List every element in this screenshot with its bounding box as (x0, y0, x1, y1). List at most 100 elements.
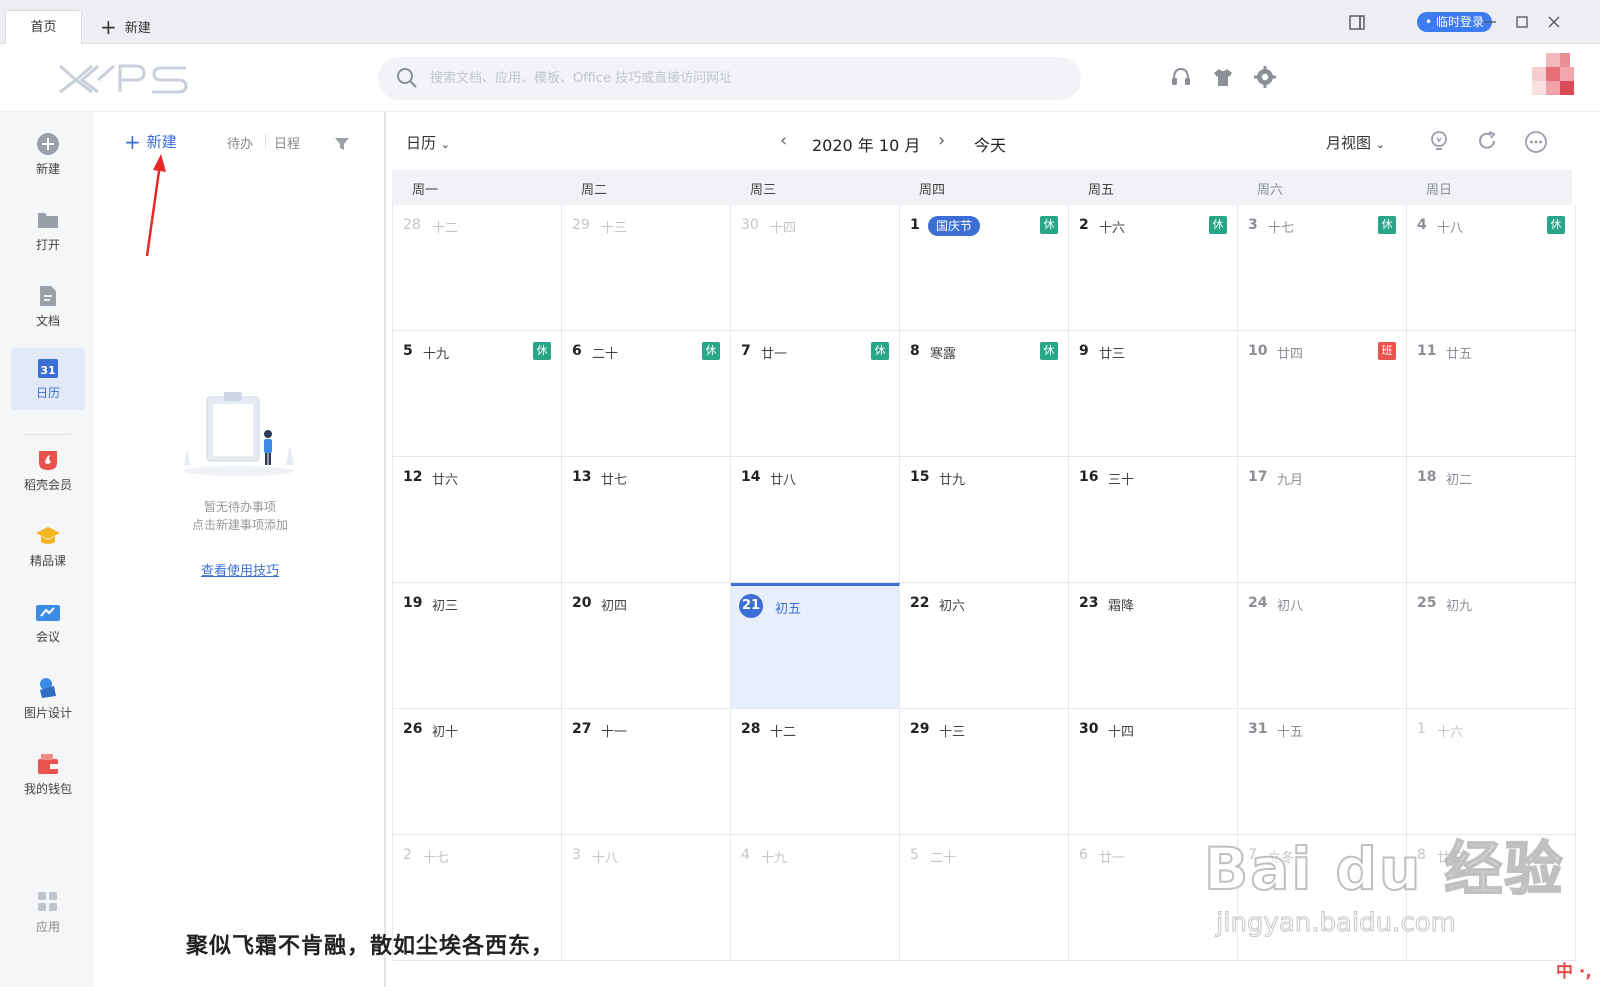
sidebar-item-course[interactable]: 精品课 (11, 516, 85, 578)
day-number: 13 (572, 469, 592, 485)
plus-circle-icon (37, 133, 59, 155)
day-cell[interactable]: 3 十八 (562, 835, 731, 961)
sidebar-item-docs[interactable]: 文档 (11, 276, 85, 338)
today-button[interactable]: 今天 (974, 132, 1006, 156)
tab-separator (265, 134, 266, 148)
search-icon (397, 68, 417, 88)
tab-todo[interactable]: 待办 (227, 133, 253, 152)
calendar-type-dropdown[interactable]: 日历 ⌄ (406, 132, 450, 153)
day-cell[interactable]: 29 十三 (900, 709, 1069, 835)
sidebar-item-label: 图片设计 (23, 706, 72, 720)
day-cell[interactable]: 16 三十 (1069, 457, 1238, 583)
more-options-icon[interactable] (1524, 130, 1548, 154)
day-cell[interactable]: 9 廿三 (1069, 331, 1238, 457)
next-month-button[interactable]: › (938, 130, 945, 151)
day-cell[interactable]: 1 十六 (1407, 709, 1576, 835)
day-cell[interactable]: 27 十一 (562, 709, 731, 835)
maximize-icon[interactable] (1514, 14, 1530, 30)
prev-month-button[interactable]: ‹ (780, 130, 787, 151)
day-cell[interactable]: 1 国庆节 休 (900, 205, 1069, 331)
search-input[interactable] (430, 57, 1050, 100)
day-cell[interactable]: 10 廿四 班 (1238, 331, 1407, 457)
new-event-button[interactable]: + 新建 (124, 130, 177, 154)
sidebar-item-apps[interactable]: 应用 (11, 882, 85, 944)
day-number: 5 (910, 847, 919, 863)
sidebar-item-new[interactable]: 新建 (11, 124, 85, 186)
day-number: 11 (1417, 343, 1437, 359)
day-cell[interactable]: 25 初九 (1407, 583, 1576, 709)
tab-home[interactable]: 首页 (5, 10, 82, 44)
day-number: 2 (1079, 217, 1089, 233)
day-cell[interactable]: 15 廿九 (900, 457, 1069, 583)
lunar-date: 初五 (775, 602, 802, 617)
temp-login-button[interactable]: • 临时登录 (1417, 12, 1492, 32)
day-cell[interactable]: 11 廿五 (1407, 331, 1576, 457)
day-number: 31 (1248, 721, 1268, 737)
reading-mode-icon[interactable] (1348, 13, 1366, 31)
day-cell[interactable]: 28 十二 (393, 205, 562, 331)
day-number: 23 (1079, 595, 1099, 611)
lunar-date: 廿五 (1446, 347, 1473, 362)
day-cell[interactable]: 7 廿一 休 (731, 331, 900, 457)
lightbulb-icon[interactable] (1428, 130, 1450, 152)
day-cell[interactable]: 5 十九 休 (393, 331, 562, 457)
rest-day-badge: 休 (1040, 216, 1058, 234)
day-number: 29 (572, 217, 590, 233)
settings-gear-icon[interactable] (1254, 66, 1276, 88)
sidebar-item-open[interactable]: 打开 (11, 200, 85, 262)
day-cell[interactable]: 4 十九 (731, 835, 900, 961)
day-cell[interactable]: 2 十六 休 (1069, 205, 1238, 331)
day-cell-today[interactable]: 21 初五 (731, 583, 900, 709)
sidebar-item-docer[interactable]: 稻壳会员 (11, 440, 85, 502)
day-number: 29 (910, 721, 930, 737)
holiday-tag[interactable]: 国庆节 (928, 216, 981, 236)
lunar-date: 十三 (939, 725, 966, 740)
lunar-date: 廿四 (1277, 347, 1304, 362)
sidebar-item-meeting[interactable]: 会议 (11, 592, 85, 654)
day-cell[interactable]: 8 寒露 休 (900, 331, 1069, 457)
day-cell[interactable]: 26 初十 (393, 709, 562, 835)
day-cell[interactable]: 13 廿七 (562, 457, 731, 583)
day-number: 21 (739, 594, 763, 618)
sidebar-item-calendar[interactable]: 31 日历 (11, 348, 85, 410)
lunar-date: 九月 (1277, 473, 1304, 488)
calendar-type-label: 日历 (406, 134, 437, 152)
day-cell[interactable]: 29 十三 (562, 205, 731, 331)
search-bar[interactable] (378, 57, 1081, 100)
tab-schedule[interactable]: 日程 (274, 133, 300, 152)
day-cell[interactable]: 20 初四 (562, 583, 731, 709)
day-cell[interactable]: 12 廿六 (393, 457, 562, 583)
sidebar-item-label: 文档 (35, 314, 60, 328)
view-mode-dropdown[interactable]: 月视图 ⌄ (1326, 132, 1385, 153)
day-cell[interactable]: 28 十二 (731, 709, 900, 835)
usage-tips-link[interactable]: 查看使用技巧 (94, 560, 386, 579)
avatar[interactable] (1532, 53, 1574, 95)
new-tab-button[interactable]: + 新建 (100, 10, 151, 44)
day-cell[interactable]: 14 廿八 (731, 457, 900, 583)
day-cell[interactable]: 30 十四 (731, 205, 900, 331)
skin-tshirt-icon[interactable] (1212, 66, 1234, 88)
lunar-date: 三十 (1108, 473, 1135, 488)
day-cell[interactable]: 23 霜降 (1069, 583, 1238, 709)
day-cell[interactable]: 22 初六 (900, 583, 1069, 709)
day-cell[interactable]: 18 初二 (1407, 457, 1576, 583)
refresh-icon[interactable] (1476, 130, 1498, 152)
day-cell[interactable]: 24 初八 (1238, 583, 1407, 709)
day-cell[interactable]: 3 十七 休 (1238, 205, 1407, 331)
minimize-icon[interactable] (1482, 14, 1498, 30)
sidebar-item-wallet[interactable]: 我的钱包 (11, 744, 85, 806)
day-cell[interactable]: 31 十五 (1238, 709, 1407, 835)
day-cell[interactable]: 5 二十 (900, 835, 1069, 961)
day-number: 30 (1079, 721, 1099, 737)
sidebar-item-picture-design[interactable]: 图片设计 (11, 668, 85, 730)
lunar-date: 廿三 (1099, 347, 1126, 362)
headset-icon[interactable] (1170, 66, 1192, 88)
day-cell[interactable]: 4 十八 休 (1407, 205, 1576, 331)
day-cell[interactable]: 30 十四 (1069, 709, 1238, 835)
close-icon[interactable] (1546, 14, 1562, 30)
wallet-icon (38, 754, 58, 774)
day-cell[interactable]: 19 初三 (393, 583, 562, 709)
filter-icon[interactable] (334, 136, 350, 152)
day-cell[interactable]: 17 九月 (1238, 457, 1407, 583)
day-cell[interactable]: 6 二十 休 (562, 331, 731, 457)
